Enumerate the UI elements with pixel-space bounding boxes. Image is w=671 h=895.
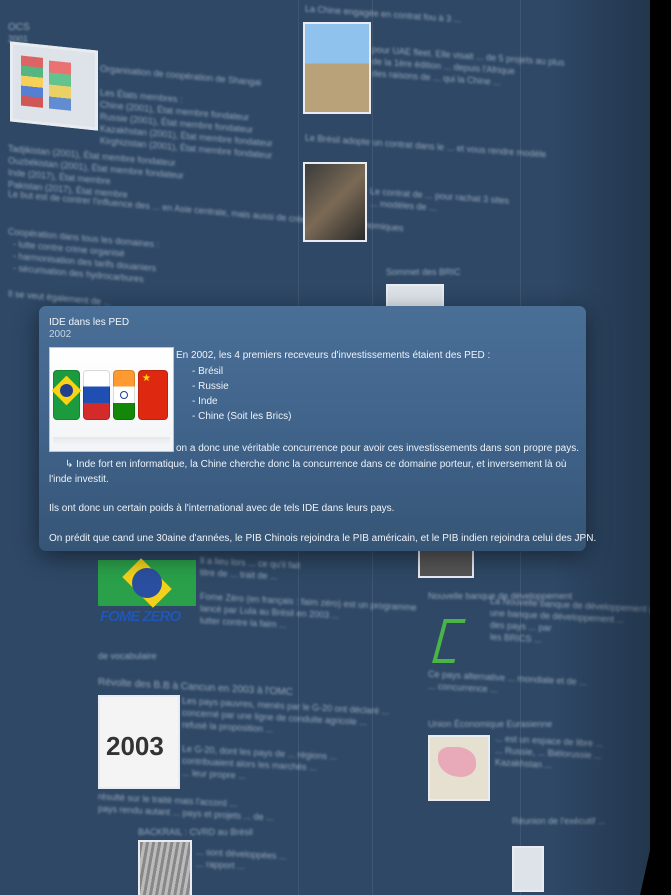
event-detail-card[interactable]: IDE dans les PED 2002 ★ En 2002, les 4 p… (39, 306, 596, 551)
image-reflection (53, 437, 170, 445)
brazil-flag-letter (51, 370, 82, 420)
bg-map (428, 735, 490, 801)
bg-photo (386, 284, 444, 308)
bg-photo (418, 548, 474, 578)
bg-event-title: Le Brésil adopte un contrat dans le ... … (305, 132, 547, 160)
bg-event-title: Sommet des BRIC (386, 267, 461, 277)
event-title: IDE dans les PED (49, 317, 130, 328)
bg-event-title: Union Économique Eurasienne (428, 719, 553, 729)
paragraph: On prédit que cand une 30aine d'années, … (49, 533, 597, 544)
paragraph: ↳ Inde fort en informatique, la Chine ch… (49, 459, 567, 485)
bg-text: Les pays pauvres, menés par le G-20 ont … (182, 695, 390, 781)
bg-text: ... sont développées ...... rapport ... (196, 846, 287, 872)
paragraph: Ils ont donc un certain poids à l'intern… (49, 503, 395, 514)
country-item: - Brésil (192, 366, 224, 377)
intro-text: En 2002, les 4 premiers receveurs d'inve… (176, 350, 491, 361)
bg-text: Coopération dans tous les domaines : - l… (8, 226, 160, 285)
country-item: - Chine (Soit les Brics) (192, 411, 292, 422)
country-item: - Russie (192, 381, 229, 392)
bg-text: résulté sur le traité mais l'accord ... p… (98, 791, 274, 823)
bg-photo (138, 840, 192, 895)
wto-year-label: 2003 (106, 731, 164, 761)
event-year: 2002 (49, 329, 72, 340)
bg-thumbnail (10, 41, 98, 131)
bg-text: de vocabulaire (98, 651, 157, 661)
paragraph: on a donc une véritable concurrence pour… (176, 443, 580, 454)
bg-photo (512, 846, 544, 892)
bg-photo (303, 162, 367, 242)
bg-text: Le contrat de ... pour rachat 3 sites...… (370, 186, 510, 213)
russia-flag-letter (83, 370, 110, 420)
bg-event-title: BACKRAIL : CVRD au Brésil (138, 827, 253, 837)
bg-event-title: Réunion de l'exécutif ... (512, 816, 606, 826)
bg-text: La Nouvelle banque de développement (NBD… (490, 595, 650, 645)
bg-text: Il a lieu lors ... ce qu'il fait titre de… (200, 555, 417, 630)
bg-text: Ce pays alternative ... mondiale et de .… (428, 668, 587, 695)
bric-image: ★ (49, 347, 174, 452)
india-flag-letter (113, 370, 135, 420)
bg-text: ... est un espace de libre ...... Russie… (495, 733, 604, 771)
bg-text: pour UAE fleet. Elle visait ... de 5 pro… (372, 44, 565, 88)
china-flag-letter: ★ (138, 370, 168, 420)
country-item: - Inde (192, 396, 218, 407)
bg-ndb-logo (432, 615, 472, 663)
bg-fome-zero-logo: FOME ZERO (98, 558, 196, 635)
bg-text: Organisation de coopération de Shangai Le… (100, 63, 273, 161)
fome-zero-label: FOME ZERO (100, 608, 181, 625)
bg-wto-image: 2003 (98, 695, 180, 789)
bg-photo (303, 22, 371, 114)
